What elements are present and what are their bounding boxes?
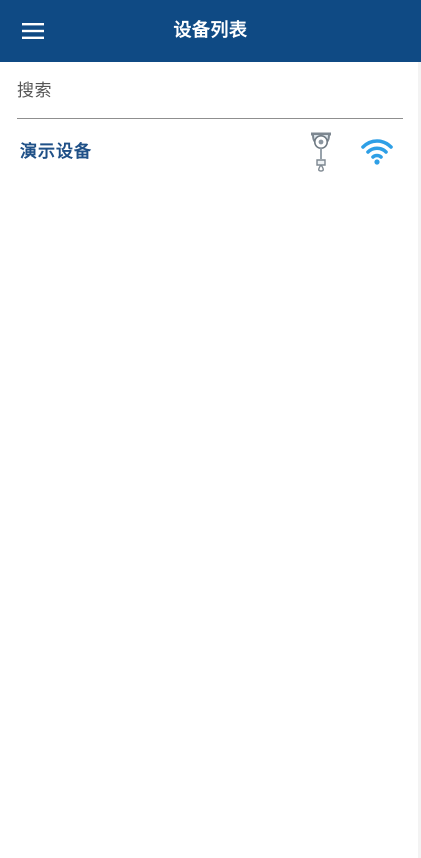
device-name: 演示设备 [20, 142, 92, 162]
page-title: 设备列表 [173, 20, 248, 41]
search-input[interactable] [17, 76, 403, 106]
app-bar: 设备列表 [0, 0, 421, 62]
device-list-item[interactable]: 演示设备 [0, 120, 421, 182]
search-bar [17, 62, 403, 119]
device-list: 演示设备 [0, 120, 421, 182]
hoist-icon [311, 132, 331, 172]
wifi-icon [361, 139, 393, 165]
